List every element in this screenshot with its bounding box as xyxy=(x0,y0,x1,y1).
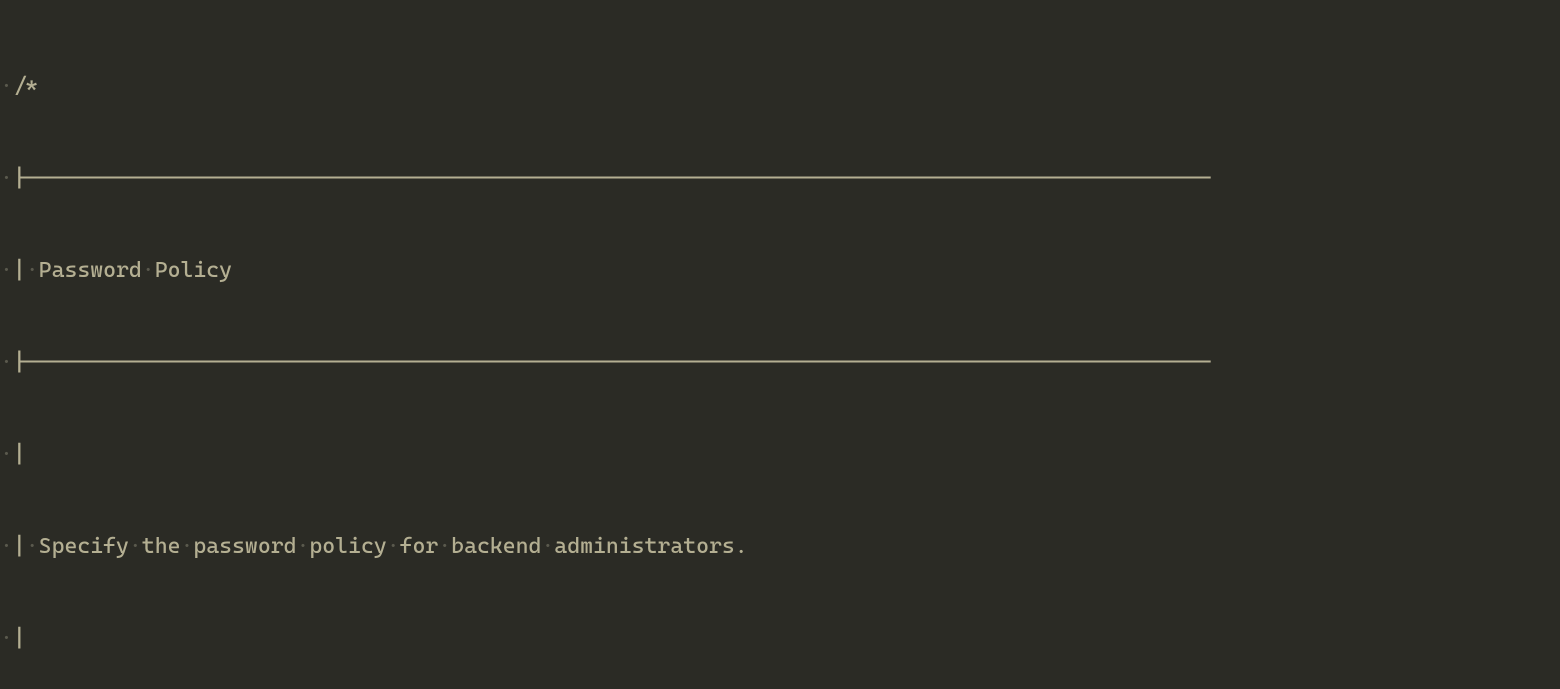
whitespace-dot: · xyxy=(142,258,155,283)
whitespace-dot: · xyxy=(0,626,13,651)
whitespace-dot: · xyxy=(0,166,13,191)
code-editor[interactable]: ·/* ·|----------------------------------… xyxy=(0,0,1560,689)
comment-pipe: | xyxy=(13,350,26,375)
comment-pipe: | xyxy=(13,166,26,191)
comment-hr: ----------------------------------------… xyxy=(26,166,1212,191)
code-line: ·| xyxy=(0,616,1560,662)
whitespace-dot: · xyxy=(541,534,554,559)
comment-title-word: Policy xyxy=(155,258,232,283)
code-line: ·|·Specify·the·password·policy·for·backe… xyxy=(0,524,1560,570)
comment-text: administrators. xyxy=(554,534,747,559)
whitespace-dot: · xyxy=(26,534,39,559)
whitespace-dot: · xyxy=(0,350,13,375)
comment-pipe: | xyxy=(13,258,26,283)
comment-pipe: | xyxy=(13,442,26,467)
whitespace-dot: · xyxy=(296,534,309,559)
whitespace-dot: · xyxy=(180,534,193,559)
code-line: ·|--------------------------------------… xyxy=(0,156,1560,202)
comment-open: /* xyxy=(13,74,39,99)
code-line: ·|·Password·Policy xyxy=(0,248,1560,294)
comment-text: the xyxy=(142,534,181,559)
code-line: ·/* xyxy=(0,64,1560,110)
comment-text: Specify xyxy=(39,534,129,559)
comment-hr: ----------------------------------------… xyxy=(26,350,1212,375)
comment-text: backend xyxy=(451,534,541,559)
comment-pipe: | xyxy=(13,534,26,559)
code-line: ·|--------------------------------------… xyxy=(0,340,1560,386)
comment-title-word: Password xyxy=(39,258,142,283)
comment-pipe: | xyxy=(13,626,26,651)
comment-text: policy xyxy=(309,534,386,559)
whitespace-dot: · xyxy=(26,258,39,283)
whitespace-dot: · xyxy=(0,534,13,559)
whitespace-dot: · xyxy=(129,534,142,559)
whitespace-dot: · xyxy=(0,442,13,467)
whitespace-dot: · xyxy=(387,534,400,559)
whitespace-dot: · xyxy=(0,258,13,283)
whitespace-dot: · xyxy=(438,534,451,559)
whitespace-dot: · xyxy=(0,74,13,99)
comment-text: for xyxy=(400,534,439,559)
comment-text: password xyxy=(193,534,296,559)
code-line: ·| xyxy=(0,432,1560,478)
